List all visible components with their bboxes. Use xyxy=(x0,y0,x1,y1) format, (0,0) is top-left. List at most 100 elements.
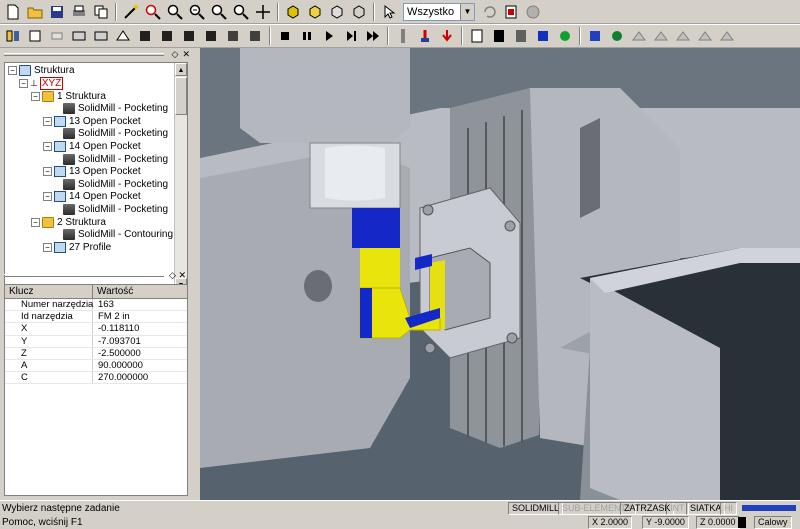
props-grip[interactable] xyxy=(4,274,164,277)
tree-item[interactable]: − 14 Open Pocket xyxy=(43,140,141,152)
3d-viewport[interactable] xyxy=(200,48,800,500)
sim-end-icon[interactable] xyxy=(363,26,383,46)
collapse-icon[interactable]: − xyxy=(43,141,52,151)
close-icon[interactable]: ✕ xyxy=(178,270,186,280)
collapse-icon[interactable]: − xyxy=(31,217,40,227)
zoom-window-icon[interactable] xyxy=(209,2,229,22)
scroll-up-icon[interactable]: ▲ xyxy=(175,63,187,76)
tree-item[interactable]: SolidMill - Pocketing xyxy=(63,178,168,190)
property-row[interactable]: Z -2.500000 xyxy=(5,347,187,360)
tool-i-icon[interactable] xyxy=(179,26,199,46)
view-e-icon[interactable] xyxy=(555,26,575,46)
tool-c-icon[interactable] xyxy=(47,26,67,46)
property-row[interactable]: A 90.000000 xyxy=(5,359,187,373)
zoom-fit-icon[interactable] xyxy=(231,2,251,22)
tree-item[interactable]: − 1 Struktura xyxy=(31,90,106,102)
sim-down-icon[interactable] xyxy=(437,26,457,46)
sim-pause-icon[interactable] xyxy=(297,26,317,46)
tree-item[interactable]: SolidMill - Pocketing xyxy=(63,203,168,215)
wand-icon[interactable] xyxy=(121,2,141,22)
zoom-in-icon[interactable] xyxy=(143,2,163,22)
sim-step-icon[interactable] xyxy=(341,26,361,46)
tool-h-icon[interactable] xyxy=(157,26,177,46)
collapse-icon[interactable]: − xyxy=(8,65,17,75)
tool-a-icon[interactable] xyxy=(3,26,23,46)
tree-item[interactable]: SolidMill - Contouring xyxy=(63,229,173,241)
view-k-icon[interactable] xyxy=(695,26,715,46)
tree-item[interactable]: − 2 Struktura xyxy=(31,216,106,228)
hi-indicator[interactable]: HI xyxy=(720,502,737,515)
col-value-header[interactable]: Wartość xyxy=(93,285,187,298)
tool-d-icon[interactable] xyxy=(69,26,89,46)
property-row[interactable]: C 270.000000 xyxy=(5,372,187,385)
collapse-icon[interactable]: − xyxy=(43,116,52,126)
view-g-icon[interactable] xyxy=(607,26,627,46)
print-icon[interactable] xyxy=(69,2,89,22)
select-arrow-icon[interactable] xyxy=(379,2,399,22)
paste-icon[interactable] xyxy=(501,2,521,22)
view-d-icon[interactable] xyxy=(533,26,553,46)
tree-scrollbar[interactable]: ▲ ▼ xyxy=(174,63,187,291)
solidmill-indicator[interactable]: SOLIDMILL xyxy=(508,502,564,515)
sim-stop-icon[interactable] xyxy=(275,26,295,46)
view-a-icon[interactable] xyxy=(467,26,487,46)
close-icon[interactable]: ✕ xyxy=(182,49,190,60)
hidden-icon[interactable] xyxy=(349,2,369,22)
property-row[interactable]: Y -7.093701 xyxy=(5,335,187,348)
tool-k-icon[interactable] xyxy=(223,26,243,46)
view-b-icon[interactable] xyxy=(489,26,509,46)
collapse-icon[interactable]: − xyxy=(19,78,28,88)
property-row[interactable]: Id narzędzia FM 2 in xyxy=(5,311,187,324)
col-key-header[interactable]: Klucz xyxy=(5,285,93,298)
tool-b-icon[interactable] xyxy=(25,26,45,46)
view-j-icon[interactable] xyxy=(673,26,693,46)
collapse-icon[interactable]: − xyxy=(43,192,52,202)
tool-e-icon[interactable] xyxy=(91,26,111,46)
tool-j-icon[interactable] xyxy=(201,26,221,46)
panel-grip[interactable] xyxy=(4,53,164,56)
open-folder-icon[interactable] xyxy=(25,2,45,22)
collapse-icon[interactable]: − xyxy=(43,167,52,177)
view-c-icon[interactable] xyxy=(511,26,531,46)
save-icon[interactable] xyxy=(47,2,67,22)
view-i-icon[interactable] xyxy=(651,26,671,46)
property-row[interactable]: Numer narzędzia 163 xyxy=(5,299,187,312)
tree-item[interactable]: − 13 Open Pocket xyxy=(43,166,141,178)
structure-tree[interactable]: − Struktura − ⊥ XYZ −1 Struktura SolidMil… xyxy=(4,62,188,292)
tree-root[interactable]: − Struktura xyxy=(8,64,75,76)
tree-item[interactable]: SolidMill - Pocketing xyxy=(63,153,168,165)
tree-xyz[interactable]: − ⊥ XYZ xyxy=(19,76,64,90)
copy-icon[interactable] xyxy=(91,2,111,22)
chevron-down-icon[interactable]: ▼ xyxy=(460,3,474,20)
view-h-icon[interactable] xyxy=(629,26,649,46)
wireframe-icon[interactable] xyxy=(327,2,347,22)
tree-item[interactable]: − 27 Profile xyxy=(43,241,111,253)
stop-icon[interactable] xyxy=(523,2,543,22)
view-f-icon[interactable] xyxy=(585,26,605,46)
sim-cut-icon[interactable] xyxy=(415,26,435,46)
restore-icon[interactable]: ◇ xyxy=(169,270,176,280)
solid-icon[interactable] xyxy=(305,2,325,22)
pan-icon[interactable] xyxy=(253,2,273,22)
restore-icon[interactable]: ◇ xyxy=(172,49,179,60)
tool-l-icon[interactable] xyxy=(245,26,265,46)
sim-play-icon[interactable] xyxy=(319,26,339,46)
scroll-thumb[interactable] xyxy=(175,77,187,115)
tree-item[interactable]: SolidMill - Pocketing xyxy=(63,103,168,115)
tree-item[interactable]: SolidMill - Pocketing xyxy=(63,128,168,140)
shade-icon[interactable] xyxy=(283,2,303,22)
tool-g-icon[interactable] xyxy=(135,26,155,46)
undo-icon[interactable] xyxy=(479,2,499,22)
sim-tool-icon[interactable] xyxy=(393,26,413,46)
property-row[interactable]: X -0.118110 xyxy=(5,323,187,336)
collapse-icon[interactable]: − xyxy=(31,91,40,101)
tree-item[interactable]: − 14 Open Pocket xyxy=(43,191,141,203)
tree-item[interactable]: − 13 Open Pocket xyxy=(43,115,141,127)
collapse-icon[interactable]: − xyxy=(43,242,52,252)
view-l-icon[interactable] xyxy=(717,26,737,46)
zoom-icon[interactable] xyxy=(165,2,185,22)
new-file-icon[interactable] xyxy=(3,2,23,22)
zoom-out-icon[interactable] xyxy=(187,2,207,22)
selection-filter-combo[interactable]: Wszystko ▼ xyxy=(403,2,475,21)
tool-f-icon[interactable] xyxy=(113,26,133,46)
